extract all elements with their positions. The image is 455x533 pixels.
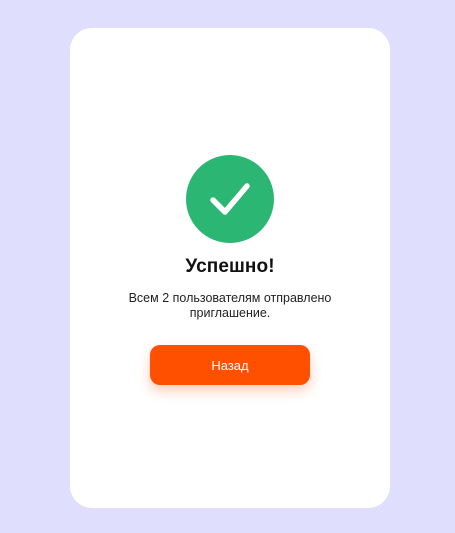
success-card: Успешно! Всем 2 пользователям отправлено… <box>70 28 390 508</box>
checkmark-icon <box>210 183 250 215</box>
back-button[interactable]: Назад <box>150 345 310 385</box>
success-message: Всем 2 пользователям отправлено приглаше… <box>128 291 332 320</box>
success-badge <box>186 155 274 243</box>
success-title: Успешно! <box>185 256 275 277</box>
